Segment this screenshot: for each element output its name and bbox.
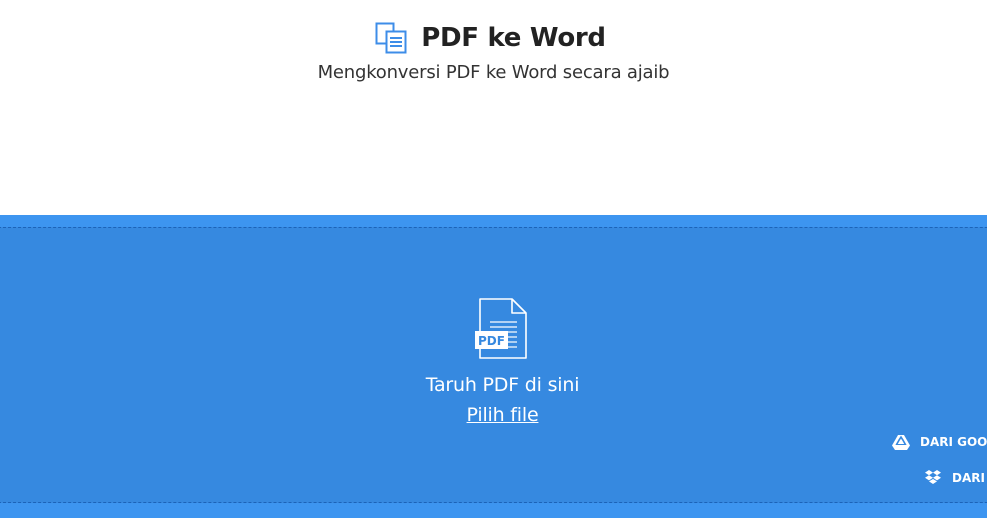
title-row: PDF ke Word — [0, 22, 987, 54]
google-drive-button[interactable]: DARI GOOGLE DRIVE — [892, 434, 987, 450]
dropbox-button[interactable]: DARI DROPBOX — [924, 470, 987, 486]
dropbox-icon — [925, 470, 941, 484]
pdf-to-word-icon — [375, 22, 407, 54]
page: PDF ke Word Mengkonversi PDF ke Word sec… — [0, 0, 987, 518]
pdf-badge-label: PDF — [478, 334, 505, 348]
google-drive-icon — [892, 435, 910, 450]
dropbox-label: DARI DROPBOX — [952, 471, 987, 485]
choose-file-link[interactable]: Pilih file — [467, 404, 539, 426]
header: PDF ke Word Mengkonversi PDF ke Word sec… — [0, 0, 987, 215]
drop-instruction: Taruh PDF di sini — [425, 374, 580, 396]
file-drop-zone[interactable] — [0, 215, 987, 518]
choose-file-row: Pilih file — [0, 404, 987, 426]
google-drive-label: DARI GOOGLE DRIVE — [920, 435, 987, 449]
page-title: PDF ke Word — [421, 23, 606, 53]
pdf-file-icon: PDF — [475, 298, 527, 359]
page-subtitle: Mengkonversi PDF ke Word secara ajaib — [317, 62, 670, 83]
drop-zone-dashed-area[interactable] — [0, 227, 987, 503]
